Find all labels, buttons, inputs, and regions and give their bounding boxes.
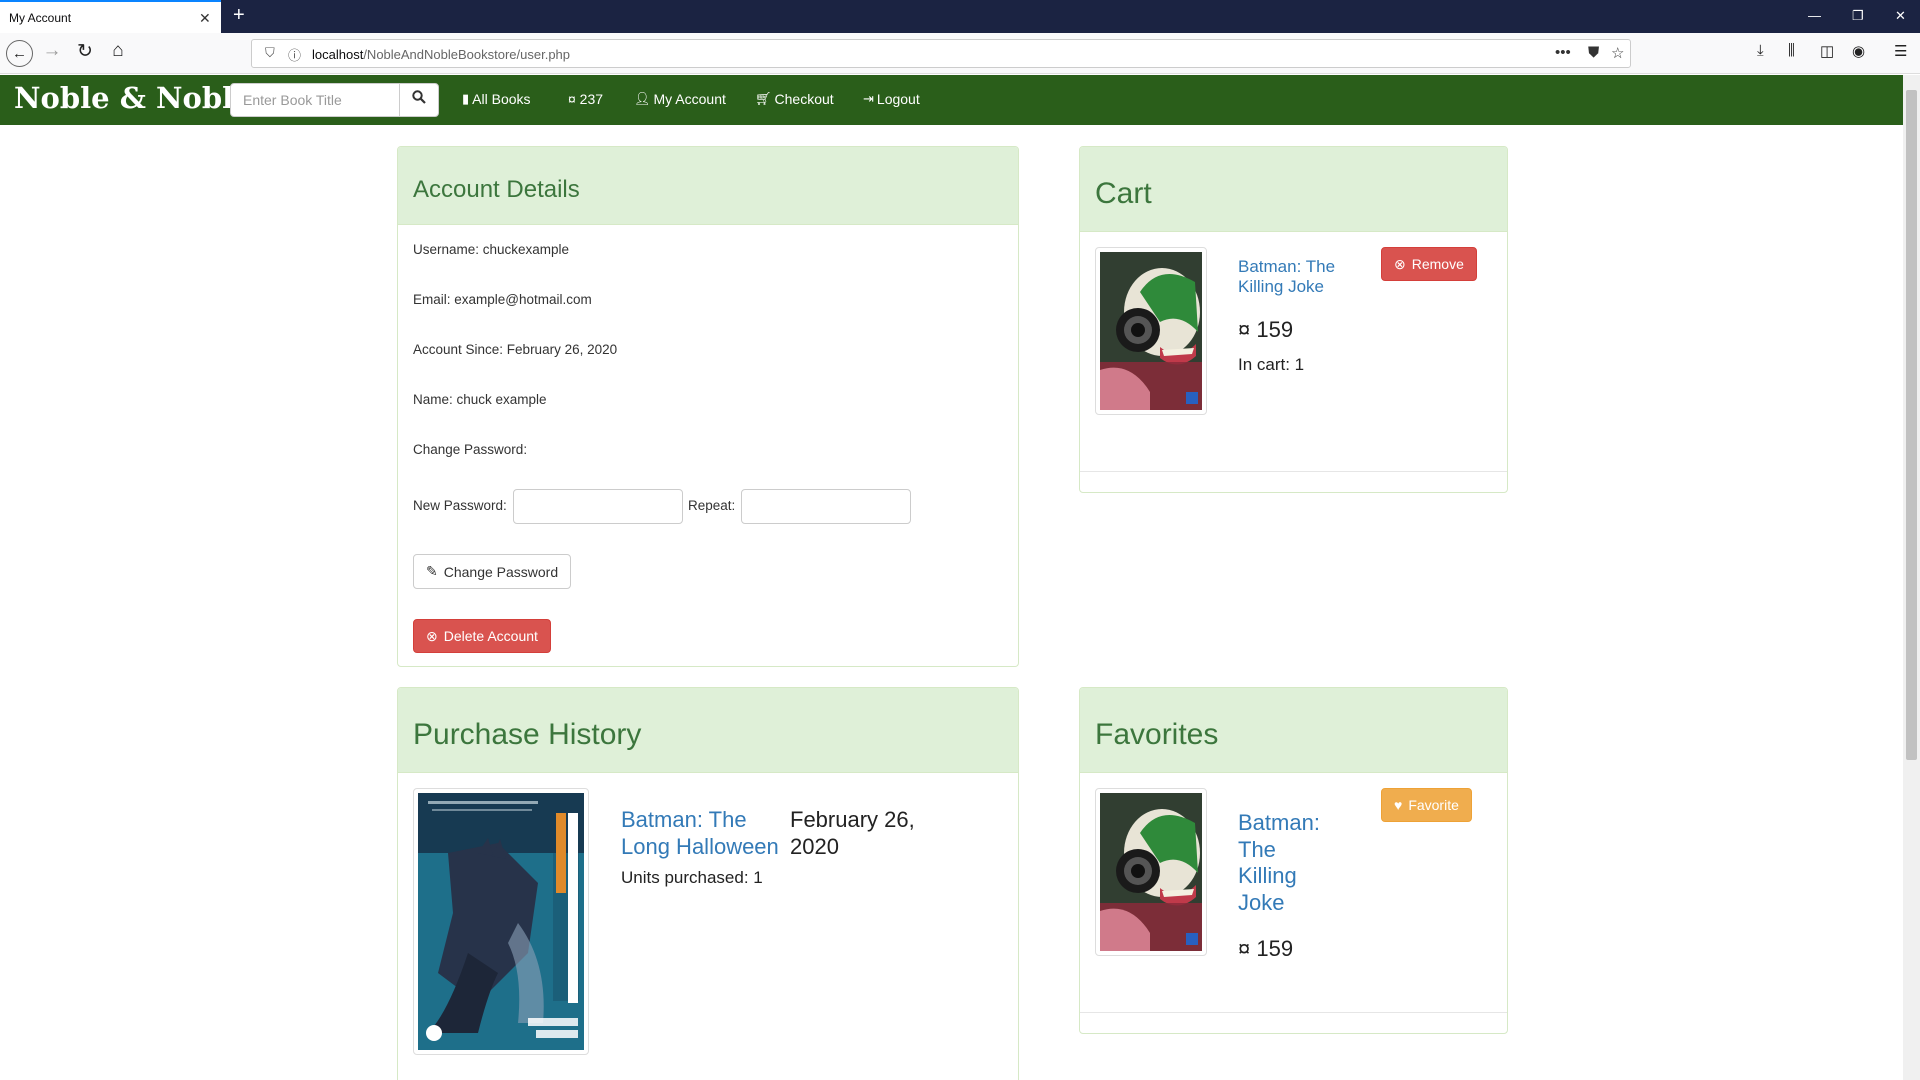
forward-icon[interactable]: → — [40, 40, 64, 62]
url-path: /NobleAndNobleBookstore/user.php — [363, 47, 571, 62]
nav-credits-label: ¤ 237 — [568, 91, 604, 107]
close-tab-icon[interactable]: ✕ — [199, 10, 211, 27]
purchase-history-heading: Purchase History — [398, 688, 1018, 773]
nav-my-account-label: My Account — [653, 91, 726, 107]
cart-book-quantity: In cart: 1 — [1238, 355, 1305, 374]
nav-my-account[interactable]: 👤︎ My Account — [634, 91, 726, 107]
nav-logout[interactable]: ⇥ Logout — [863, 91, 920, 107]
browser-tab-bar: My Account ✕ + — ❐ ✕ — [0, 0, 1920, 33]
new-tab-icon[interactable]: + — [233, 4, 245, 27]
new-password-label: New Password: — [413, 498, 507, 513]
killing-joke-cover-art — [1100, 793, 1202, 951]
url-host: localhost — [312, 47, 364, 62]
search-icon — [412, 90, 426, 104]
reload-icon[interactable]: ↻ — [73, 40, 97, 63]
url-text: localhost/NobleAndNobleBookstore/user.ph… — [312, 47, 570, 62]
browser-tab[interactable]: My Account ✕ — [0, 0, 221, 33]
minimize-icon[interactable]: — — [1808, 8, 1821, 23]
nav-logout-label: Logout — [876, 91, 920, 107]
logout-icon: ⇥ — [863, 91, 874, 106]
home-icon[interactable]: ⌂ — [106, 40, 130, 62]
cart-heading: Cart — [1080, 147, 1507, 232]
favorites-panel: Favorites Batman: The Killing Joke ¤ 159… — [1079, 687, 1508, 1034]
delete-account-button[interactable]: ⊗ Delete Account — [413, 619, 551, 653]
nav-credits[interactable]: ¤ 237 — [568, 91, 603, 107]
account-email: Email: example@hotmail.com — [413, 292, 592, 307]
pencil-icon: ✎ — [426, 563, 438, 579]
restore-icon[interactable]: ❐ — [1852, 8, 1864, 24]
remove-circle-icon: ⊗ — [426, 627, 438, 644]
site-info-icon[interactable]: ⓘ — [288, 45, 301, 64]
change-password-button-label: Change Password — [443, 563, 559, 580]
favorite-button[interactable]: ♥ Favorite — [1381, 788, 1472, 822]
change-password-button[interactable]: ✎ Change Password — [413, 554, 572, 589]
book-search-input[interactable] — [230, 83, 400, 117]
favorite-book-price: ¤ 159 — [1238, 936, 1294, 961]
sidebar-icon[interactable]: ◫ — [1820, 42, 1834, 60]
brand-logo[interactable]: Noble & Noble — [14, 81, 252, 115]
favorites-heading: Favorites — [1080, 688, 1507, 773]
url-bar[interactable]: ⛉ ⓘ localhost/NobleAndNobleBookstore/use… — [251, 39, 1631, 68]
favorite-book-thumbnail[interactable] — [1095, 788, 1207, 956]
heart-icon: ♥ — [1394, 797, 1403, 813]
page-scrollbar-thumb[interactable] — [1906, 90, 1917, 760]
cart-panel: Cart Batman: The Killing Joke ¤ 159 In c… — [1079, 146, 1508, 493]
pocket-icon[interactable]: ⛊ — [1588, 44, 1599, 61]
change-password-label: Change Password: — [413, 442, 528, 457]
bookmark-star-icon[interactable]: ☆ — [1611, 44, 1624, 62]
user-icon: 👤︎ — [634, 91, 651, 106]
repeat-password-input[interactable] — [741, 489, 911, 524]
nav-checkout-label: Checkout — [774, 91, 834, 107]
menu-icon[interactable]: ☰ — [1894, 42, 1907, 60]
back-icon[interactable]: ← — [6, 40, 33, 67]
account-icon[interactable]: ◉ — [1852, 42, 1865, 60]
nav-all-books[interactable]: ▮ All Books — [462, 91, 531, 107]
history-book-title[interactable]: Batman: The Long Halloween — [621, 806, 801, 860]
new-password-input[interactable] — [513, 489, 683, 524]
cart-book-thumbnail[interactable] — [1095, 247, 1207, 415]
tracking-shield-icon[interactable]: ⛉ — [265, 45, 275, 61]
account-details-panel: Account Details Username: chuckexample E… — [397, 146, 1019, 667]
long-halloween-cover — [418, 793, 584, 1050]
nav-all-books-label: All Books — [472, 91, 531, 107]
close-window-icon[interactable]: ✕ — [1895, 8, 1906, 24]
account-username: Username: chuckexample — [413, 242, 570, 257]
browser-toolbar: ← → ↻ ⌂ ⛉ ⓘ localhost/NobleAndNobleBooks… — [0, 33, 1920, 74]
cart-panel-footer — [1080, 471, 1507, 472]
favorite-button-label: Favorite — [1408, 797, 1459, 813]
purchase-history-panel: Purchase History Batman: The Long Hallow… — [397, 687, 1019, 1080]
downloads-icon[interactable]: ⤓ — [1757, 42, 1764, 59]
cart-book-title[interactable]: Batman: The Killing Joke — [1238, 257, 1358, 297]
library-icon[interactable]: ⫼ — [1788, 42, 1795, 59]
account-details-heading: Account Details — [398, 147, 1018, 225]
long-halloween-cover-art — [418, 793, 584, 1050]
remove-from-cart-button[interactable]: ⊗ Remove — [1381, 247, 1477, 281]
history-purchase-date: February 26, 2020 — [790, 807, 915, 859]
page-actions-icon[interactable]: ••• — [1555, 44, 1571, 61]
favorite-book-title[interactable]: Batman: The Killing Joke — [1238, 810, 1338, 916]
delete-account-button-label: Delete Account — [443, 628, 538, 644]
cart-icon: 🛒︎ — [755, 91, 772, 106]
favorites-panel-footer — [1080, 1012, 1507, 1013]
search-button[interactable] — [399, 83, 439, 117]
book-icon: ▮ — [462, 91, 470, 106]
nav-checkout[interactable]: 🛒︎ Checkout — [755, 91, 834, 107]
killing-joke-cover-art — [1100, 252, 1202, 410]
history-book-thumbnail[interactable] — [413, 788, 589, 1055]
account-since: Account Since: February 26, 2020 — [413, 342, 618, 357]
site-navbar: Noble & Noble ▮All Books ¤ 237 👤︎My Acco… — [0, 75, 1903, 125]
remove-button-label: Remove — [1411, 256, 1464, 272]
account-name: Name: chuck example — [413, 392, 547, 407]
history-units-purchased: Units purchased: 1 — [621, 868, 763, 887]
repeat-password-label: Repeat: — [688, 498, 736, 513]
killing-joke-cover — [1100, 252, 1202, 410]
remove-circle-icon: ⊗ — [1394, 255, 1406, 272]
killing-joke-cover — [1100, 793, 1202, 951]
cart-book-price: ¤ 159 — [1238, 317, 1294, 342]
tab-title: My Account — [9, 11, 72, 25]
